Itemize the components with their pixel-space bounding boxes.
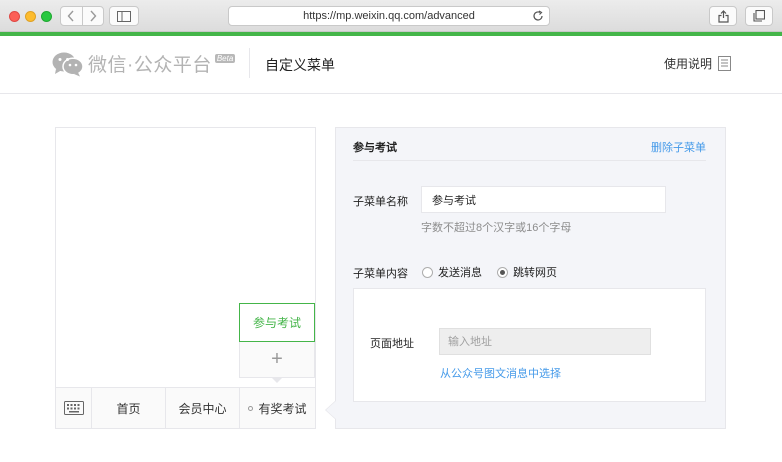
forward-button[interactable] — [83, 7, 104, 25]
option-send-message[interactable]: 发送消息 — [422, 264, 482, 280]
chevron-left-icon — [67, 10, 74, 22]
menu-bar: 首页 会员中心 有奖考试 — [56, 387, 315, 428]
share-icon — [717, 9, 729, 23]
back-button[interactable] — [61, 7, 82, 25]
option-label: 跳转网页 — [513, 267, 557, 279]
menu-item-prize-exam[interactable]: 有奖考试 — [240, 388, 315, 428]
close-window-button[interactable] — [9, 11, 20, 22]
beta-badge: Beta — [214, 54, 236, 63]
submenu-indicator-icon — [248, 405, 254, 411]
page-header: 微信·公众平台 Beta 自定义菜单 使用说明 — [0, 36, 782, 94]
tabs-button[interactable] — [745, 6, 773, 26]
submenu-item-selected[interactable]: 参与考试 — [239, 303, 315, 342]
history-nav — [60, 6, 104, 26]
submenu-caret — [272, 378, 282, 383]
zoom-window-button[interactable] — [41, 11, 52, 22]
option-label: 发送消息 — [438, 267, 482, 279]
url-label: 页面地址 — [370, 338, 414, 350]
reload-icon[interactable] — [532, 10, 544, 22]
add-submenu-button[interactable]: + — [239, 342, 315, 378]
tabs-icon — [753, 10, 765, 22]
page-url-input[interactable] — [439, 328, 651, 355]
option-open-webpage[interactable]: 跳转网页 — [497, 264, 557, 280]
menu-item-label: 首页 — [116, 401, 141, 416]
choose-from-articles-link[interactable]: 从公众号图文消息中选择 — [440, 365, 561, 381]
menu-preview: 参与考试 + 首页 会员中心 有奖考试 — [55, 127, 316, 429]
radio-send-message[interactable] — [422, 266, 433, 278]
editor-title: 参与考试 — [353, 142, 397, 154]
name-label: 子菜单名称 — [353, 196, 408, 208]
sidebar-icon — [117, 10, 131, 22]
menu-item-label: 有奖考试 — [258, 401, 307, 416]
delete-submenu-link[interactable]: 删除子菜单 — [651, 139, 706, 155]
wechat-logo[interactable]: 微信·公众平台 Beta — [52, 50, 236, 77]
chevron-right-icon — [90, 10, 97, 22]
logo-text: 微信·公众平台 — [88, 55, 212, 76]
panel-pointer-inner — [326, 401, 336, 419]
content-label: 子菜单内容 — [353, 268, 408, 280]
browser-toolbar: https://mp.weixin.qq.com/advanced — [0, 0, 782, 32]
share-button[interactable] — [709, 6, 737, 26]
page-title: 自定义菜单 — [265, 57, 335, 73]
url-settings-box: 页面地址 从公众号图文消息中选择 — [353, 288, 706, 402]
radio-open-webpage[interactable] — [497, 266, 508, 278]
help-link[interactable]: 使用说明 — [664, 55, 732, 72]
submenu-name-input[interactable] — [421, 186, 666, 213]
sidebar-button[interactable] — [109, 6, 139, 26]
address-bar[interactable]: https://mp.weixin.qq.com/advanced — [228, 6, 550, 26]
address-text: https://mp.weixin.qq.com/advanced — [303, 10, 475, 22]
keyboard-icon — [63, 401, 84, 415]
submenu-editor: 参与考试 删除子菜单 子菜单名称 字数不超过8个汉字或16个字母 子菜单内容 发… — [335, 127, 726, 429]
menu-item-label: 会员中心 — [178, 401, 227, 416]
menu-item-member-center[interactable]: 会员中心 — [166, 388, 240, 428]
minimize-window-button[interactable] — [25, 11, 36, 22]
editor-header: 参与考试 删除子菜单 — [353, 139, 706, 161]
submenu-list: 参与考试 + — [239, 303, 315, 383]
help-label: 使用说明 — [664, 57, 713, 71]
name-hint: 字数不超过8个汉字或16个字母 — [421, 222, 572, 234]
document-icon — [718, 56, 732, 71]
content-type-options: 发送消息 跳转网页 — [422, 264, 572, 280]
keyboard-toggle[interactable] — [56, 388, 92, 428]
header-divider — [249, 48, 250, 78]
menu-item-home[interactable]: 首页 — [92, 388, 166, 428]
wechat-icon — [52, 52, 84, 76]
